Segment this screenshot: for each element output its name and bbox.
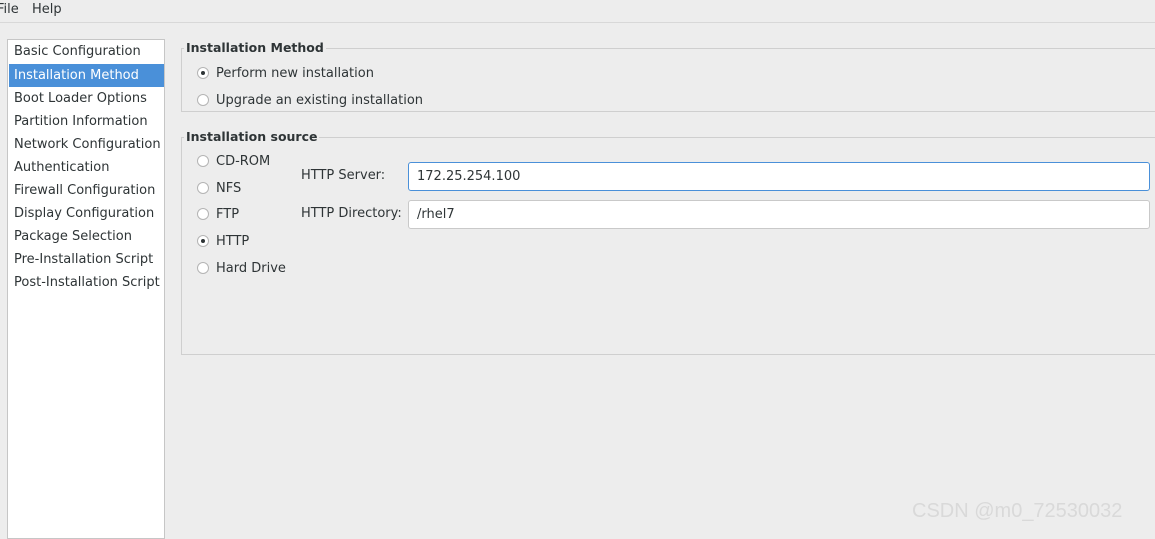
http-server-input[interactable]: 172.25.254.100 [408, 162, 1150, 191]
sidebar-item-basic-configuration[interactable]: Basic Configuration [9, 40, 164, 63]
radio-unchecked-icon [197, 262, 209, 274]
installation-method-title: Installation Method [184, 40, 326, 55]
http-directory-input[interactable]: /rhel7 [408, 200, 1150, 229]
radio-unchecked-icon [197, 182, 209, 194]
radio-unchecked-icon [197, 155, 209, 167]
radio-checked-icon [197, 235, 209, 247]
sidebar-item-partition-information[interactable]: Partition Information [9, 110, 164, 133]
sidebar-item-network-configuration[interactable]: Network Configuration [9, 133, 164, 156]
sidebar-item-package-selection[interactable]: Package Selection [9, 225, 164, 248]
menu-help[interactable]: Help [32, 2, 62, 17]
http-directory-label: HTTP Directory: [301, 206, 402, 221]
sidebar-item-installation-method[interactable]: Installation Method [9, 64, 164, 87]
radio-label: Hard Drive [216, 261, 286, 276]
radio-label: FTP [216, 207, 240, 222]
radio-label: HTTP [216, 234, 250, 249]
watermark-text: CSDN @m0_72530032 [912, 500, 1123, 522]
menu-bar: File Help [0, 0, 1155, 23]
radio-unchecked-icon [197, 94, 209, 106]
menu-file[interactable]: File [0, 2, 19, 17]
radio-label: Upgrade an existing installation [216, 93, 424, 108]
sidebar-item-display-configuration[interactable]: Display Configuration [9, 202, 164, 225]
installation-source-title: Installation source [184, 129, 320, 144]
radio-label: NFS [216, 181, 242, 196]
sidebar-item-boot-loader-options[interactable]: Boot Loader Options [9, 87, 164, 110]
radio-label: CD-ROM [216, 154, 271, 169]
radio-unchecked-icon [197, 208, 209, 220]
sidebar-item-firewall-configuration[interactable]: Firewall Configuration [9, 179, 164, 202]
sidebar-section-list: Basic Configuration Installation Method … [7, 39, 165, 539]
sidebar-item-authentication[interactable]: Authentication [9, 156, 164, 179]
sidebar-item-pre-installation-script[interactable]: Pre-Installation Script [9, 248, 164, 271]
sidebar-item-post-installation-script[interactable]: Post-Installation Script [9, 271, 164, 294]
radio-checked-icon [197, 67, 209, 79]
http-server-label: HTTP Server: [301, 168, 386, 183]
radio-label: Perform new installation [216, 66, 374, 81]
